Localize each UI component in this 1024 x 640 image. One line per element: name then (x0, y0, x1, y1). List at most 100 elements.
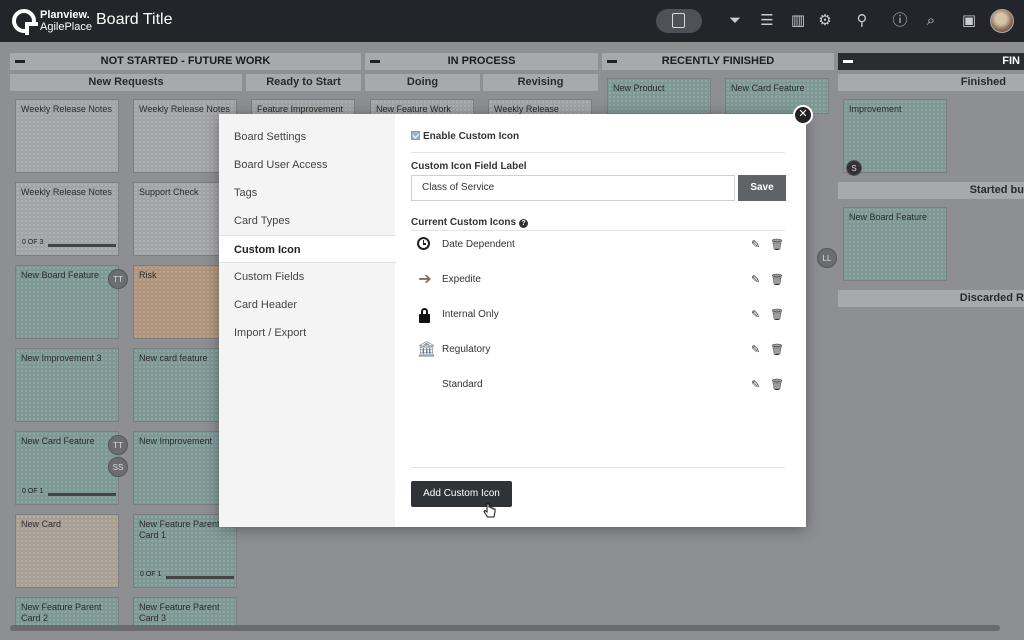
nav-card-header[interactable]: Card Header (219, 291, 395, 319)
card[interactable]: Improvement S (843, 99, 947, 176)
field-label: Custom Icon Field Label (411, 161, 527, 172)
card-title: New Feature Parent Card 3 (139, 602, 220, 623)
board-title: Board Title (96, 11, 173, 28)
lane-finished[interactable]: Finished (838, 74, 1024, 91)
filter-icon[interactable]: ⏷ (726, 12, 744, 30)
collapse-icon[interactable] (843, 60, 853, 63)
card[interactable]: Weekly Release Notes 0 OF 3 (15, 182, 119, 256)
lane-group-finished[interactable]: FIN (838, 53, 1024, 70)
assignee-badge[interactable]: TT (108, 269, 128, 289)
current-icons-text: Current Custom Icons (411, 217, 517, 228)
assignee-badge[interactable]: SS (108, 457, 128, 477)
card[interactable]: New Board Feature TT (15, 265, 128, 339)
trash-icon[interactable]: 🗑 (770, 274, 784, 286)
new-card-button[interactable] (656, 9, 702, 33)
hand-cursor-icon (483, 503, 496, 518)
lock-icon (417, 307, 433, 323)
edit-icon[interactable]: ✎ (751, 309, 763, 321)
card-title: New card feature (139, 353, 208, 363)
nav-tags[interactable]: Tags (219, 179, 395, 207)
nav-board-settings[interactable]: Board Settings (219, 123, 395, 151)
close-icon[interactable]: ✕ (793, 105, 813, 125)
nav-card-types[interactable]: Card Types (219, 207, 395, 235)
notifications-icon[interactable]: ▣ (960, 12, 978, 30)
card-title: New Card (21, 519, 62, 529)
user-avatar[interactable] (990, 9, 1014, 33)
lane-group-title: NOT STARTED - FUTURE WORK (100, 55, 271, 67)
card[interactable]: New Feature Parent Card 2 (15, 597, 119, 627)
lane-started[interactable]: Started bu (838, 182, 1024, 199)
card-title: New Improvement (139, 436, 213, 446)
analytics-icon[interactable]: ▥ (789, 12, 807, 30)
card[interactable]: New Card Feature (725, 78, 829, 114)
collapse-icon[interactable] (15, 60, 25, 63)
field-label-input[interactable]: Class of Service (411, 175, 735, 201)
card[interactable]: New Product (607, 78, 711, 114)
card[interactable]: New Improvement 3 (15, 348, 119, 422)
assignee-badge[interactable]: S (846, 160, 862, 176)
icon-name: Standard (442, 379, 483, 390)
lane-group-in-process[interactable]: IN PROCESS (365, 53, 598, 70)
custom-icon-row: ➔ Expedite ✎ 🗑 (411, 266, 786, 301)
trash-icon[interactable]: 🗑 (770, 344, 784, 356)
sort-icon[interactable]: ☰ (758, 12, 776, 30)
add-user-icon[interactable]: ⚲ (853, 12, 871, 30)
help-icon[interactable]: ? (519, 219, 529, 228)
search-icon[interactable]: ⌕ (922, 12, 940, 30)
settings-icon[interactable]: ⚙ (816, 12, 834, 30)
card-progress: 0 OF 1 (140, 571, 162, 578)
collapse-icon[interactable] (370, 60, 380, 63)
planview-logo[interactable]: Planview. AgilePlace (12, 7, 92, 35)
nav-custom-fields[interactable]: Custom Fields (219, 263, 395, 291)
edit-icon[interactable]: ✎ (751, 379, 763, 391)
edit-icon[interactable]: ✎ (751, 239, 763, 251)
trash-icon[interactable]: 🗑 (770, 379, 784, 391)
enable-custom-icon-row[interactable]: Enable Custom Icon (411, 131, 519, 142)
trash-icon[interactable]: 🗑 (770, 309, 784, 321)
card-title: Weekly Release Notes (21, 187, 112, 197)
card-title: New Board Feature (21, 270, 100, 280)
nav-board-user-access[interactable]: Board User Access (219, 151, 395, 179)
logo-icon (12, 9, 38, 35)
save-button[interactable]: Save (738, 175, 786, 201)
card-title: New Card Feature (21, 436, 95, 446)
card[interactable]: New Card (15, 514, 119, 588)
lane-ready-to-start[interactable]: Ready to Start (246, 74, 361, 91)
icon-name: Date Dependent (442, 239, 515, 250)
trash-icon[interactable]: 🗑 (770, 239, 784, 251)
custom-icon-row: 🏛 Regulatory ✎ 🗑 (411, 336, 786, 371)
card-title: Improvement (849, 104, 902, 114)
card[interactable]: New Board Feature (843, 207, 947, 281)
divider (411, 152, 785, 153)
lane-discarded[interactable]: Discarded R (838, 290, 1024, 307)
lane-revising[interactable]: Revising (483, 74, 598, 91)
card-title: Support Check (139, 187, 199, 197)
nav-import-export[interactable]: Import / Export (219, 319, 395, 347)
edit-icon[interactable]: ✎ (751, 344, 763, 356)
building-icon: 🏛 (417, 341, 437, 358)
brand-line-1: Planview. (40, 9, 90, 21)
card[interactable]: Feature Improvement (251, 99, 355, 115)
lane-group-recently-finished[interactable]: RECENTLY FINISHED (602, 53, 834, 70)
assignee-badge[interactable]: LL (817, 248, 837, 268)
enable-checkbox[interactable] (411, 131, 420, 140)
assignee-badge[interactable]: TT (108, 435, 128, 455)
card[interactable]: New Feature Parent Card 3 (133, 597, 237, 627)
edit-icon[interactable]: ✎ (751, 274, 763, 286)
card[interactable]: New Card Feature TT SS 0 OF 1 (15, 431, 128, 505)
nav-custom-icon[interactable]: Custom Icon (219, 235, 396, 263)
lane-group-title: RECENTLY FINISHED (661, 55, 775, 67)
lane-doing[interactable]: Doing (365, 74, 480, 91)
horizontal-scrollbar[interactable] (10, 625, 1000, 631)
progress-bar (48, 493, 116, 496)
icon-name: Regulatory (442, 344, 491, 355)
card-title: New Feature Parent Card 2 (21, 602, 102, 623)
board-settings-modal: Board Settings Board User Access Tags Ca… (219, 114, 806, 527)
collapse-icon[interactable] (607, 60, 617, 63)
card[interactable]: New Feature Work (370, 99, 474, 115)
card[interactable]: Weekly Release (488, 99, 592, 115)
lane-new-requests[interactable]: New Requests (10, 74, 242, 91)
card[interactable]: Weekly Release Notes (15, 99, 119, 173)
info-icon[interactable]: ⓘ (891, 12, 909, 30)
lane-group-not-started[interactable]: NOT STARTED - FUTURE WORK (10, 53, 361, 70)
